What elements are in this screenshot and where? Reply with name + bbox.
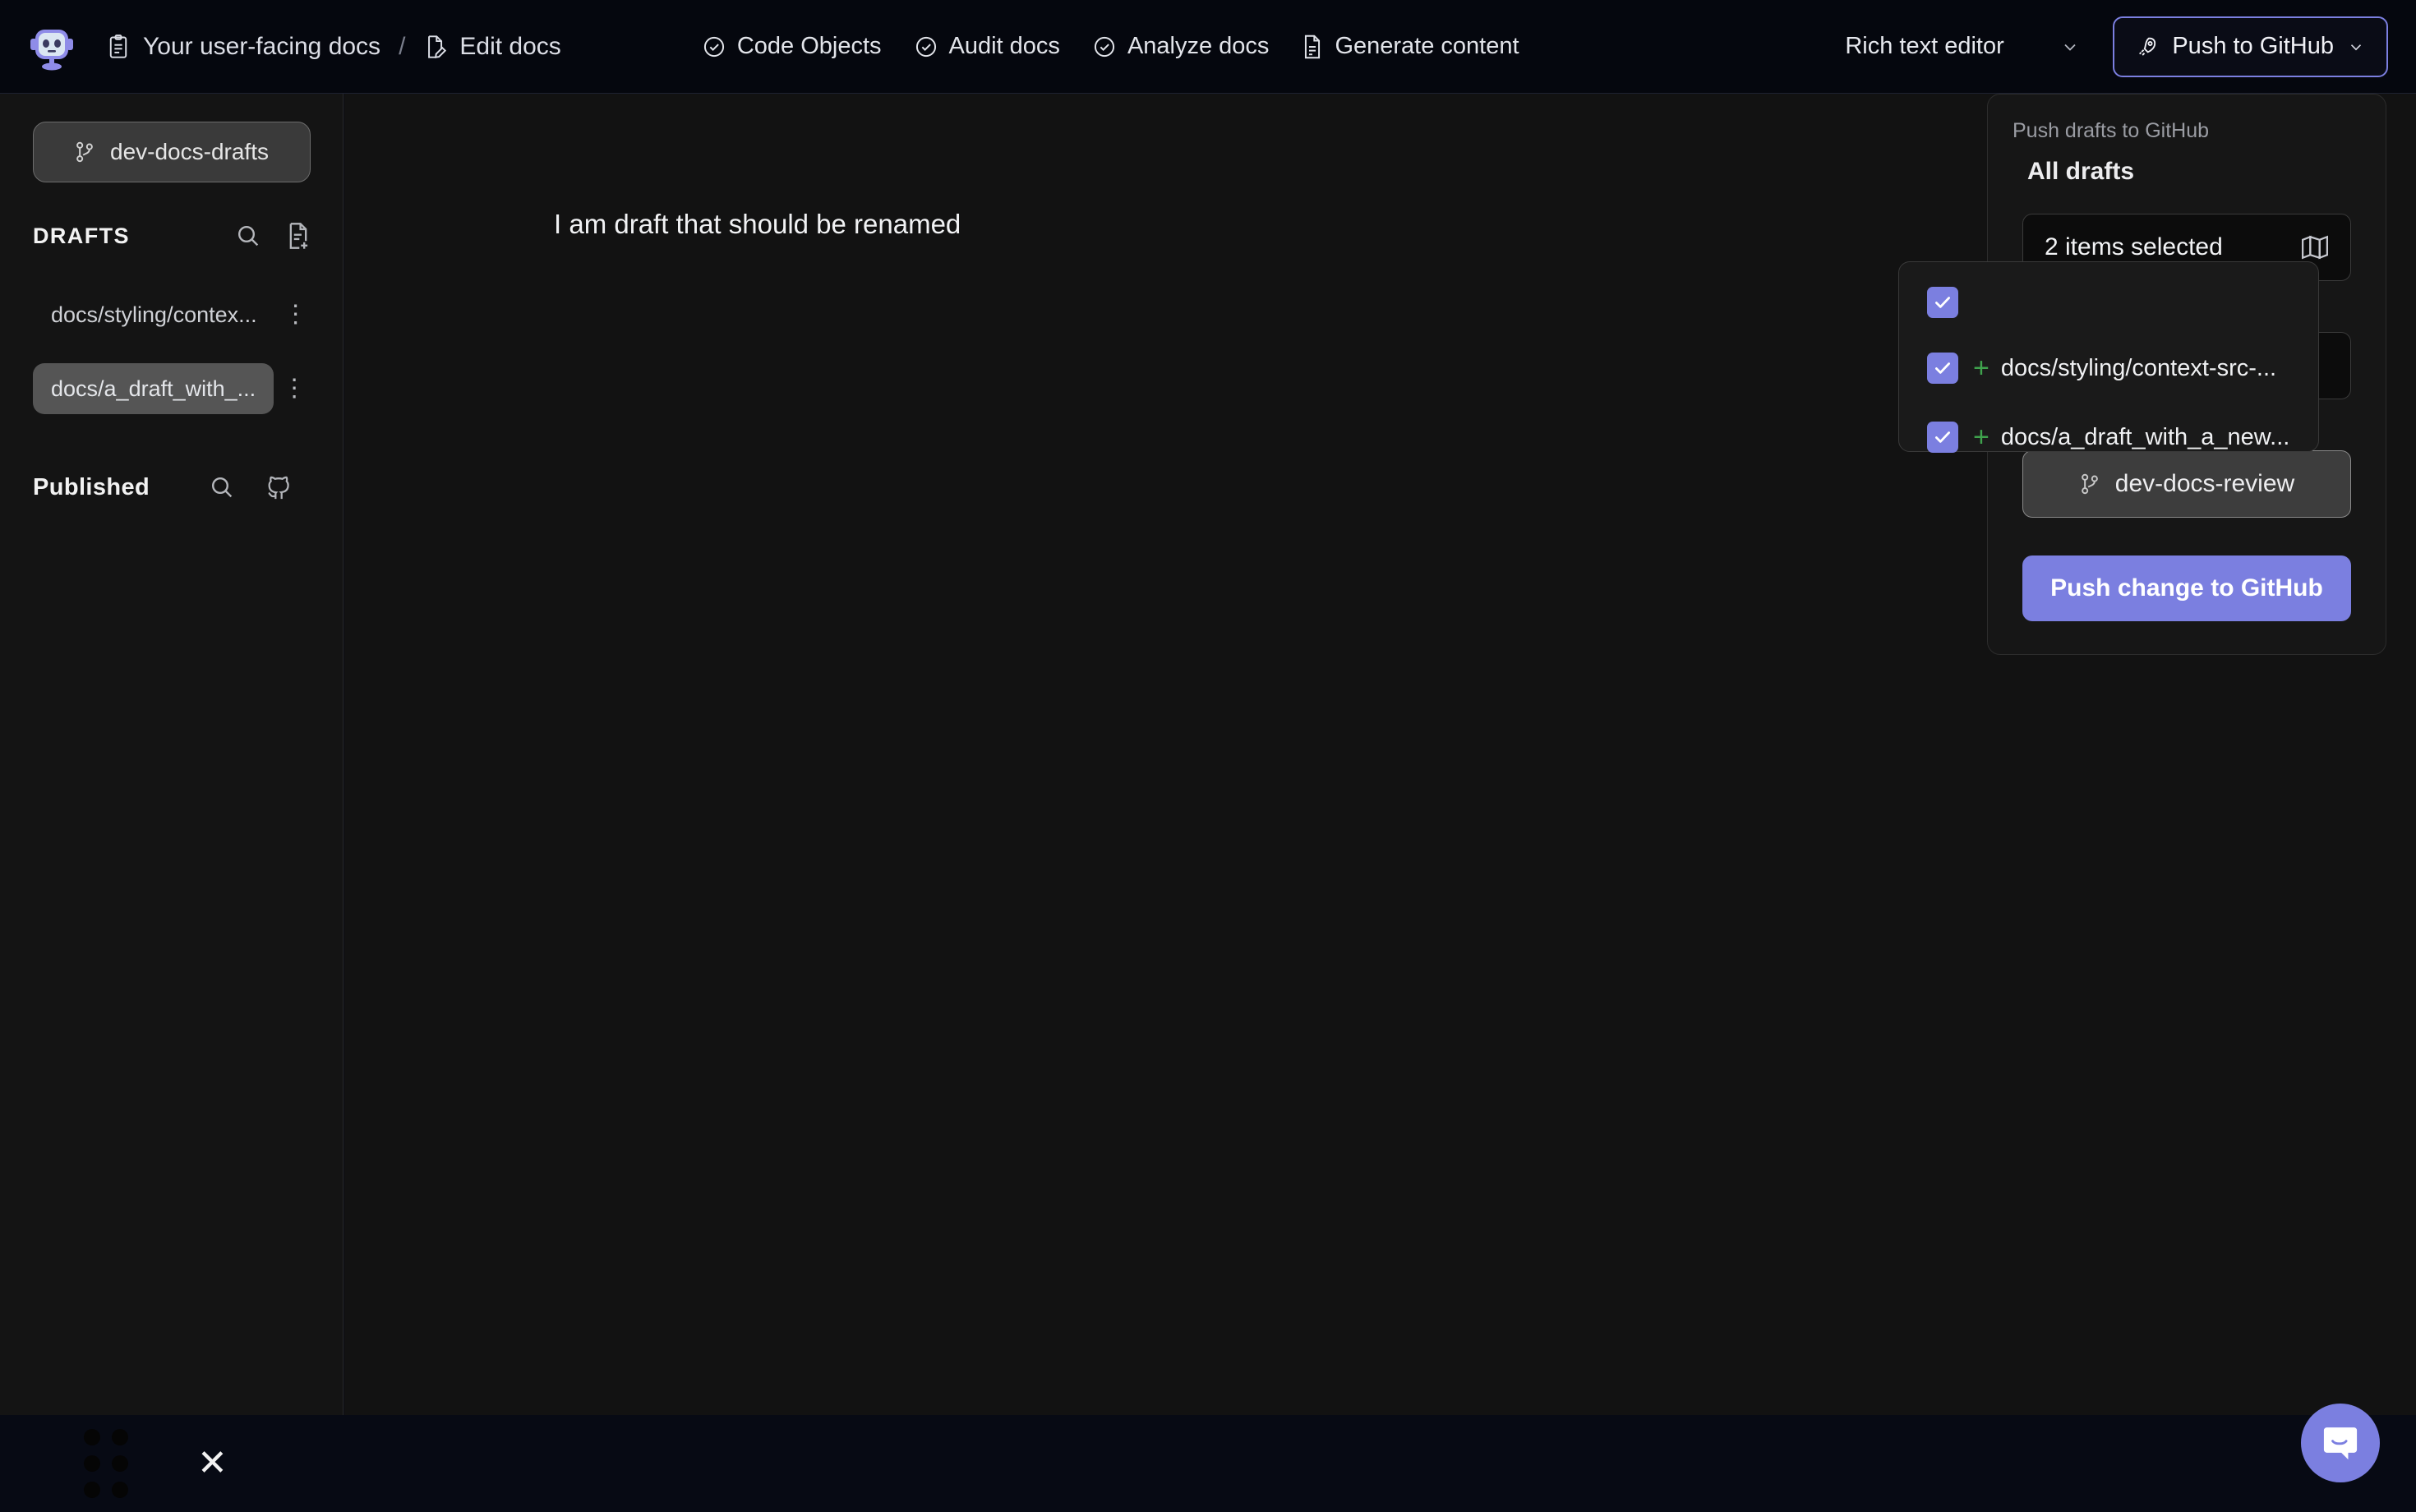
selection-row-label: docs/a_draft_with_a_new... bbox=[2000, 423, 2290, 450]
chat-bubble-icon[interactable] bbox=[2301, 1404, 2380, 1482]
kebab-menu-icon[interactable]: ⋮ bbox=[282, 376, 307, 401]
drafts-section-header: DRAFTS bbox=[33, 222, 311, 250]
breadcrumb-item-current[interactable]: Edit docs bbox=[423, 32, 561, 61]
draft-list-item[interactable]: docs/a_draft_with_... ⋮ bbox=[0, 363, 343, 414]
nav-right-controls: Rich text editor Push to GitHub bbox=[1827, 16, 2388, 77]
close-icon[interactable]: ✕ bbox=[197, 1445, 228, 1482]
check-circle-icon bbox=[1093, 35, 1116, 58]
check-circle-icon bbox=[915, 35, 938, 58]
checkbox-checked-icon[interactable] bbox=[1927, 353, 1958, 384]
github-icon[interactable] bbox=[265, 473, 293, 501]
nav-link-label: Generate content bbox=[1335, 33, 1519, 59]
branch-field-value: dev-docs-review bbox=[2114, 470, 2295, 497]
nav-link-analyze-docs[interactable]: Analyze docs bbox=[1093, 33, 1270, 60]
draft-list-item[interactable]: docs/styling/contex... ⋮ bbox=[0, 289, 343, 340]
sidebar-branch-selector[interactable]: dev-docs-drafts bbox=[32, 122, 311, 182]
published-section-title: Published bbox=[33, 473, 150, 500]
file-text-icon bbox=[1302, 35, 1323, 59]
map-icon bbox=[2301, 234, 2329, 260]
file-plus-icon[interactable] bbox=[286, 222, 311, 250]
nav-links: Code Objects Audit docs Analyze docs Gen… bbox=[703, 33, 1519, 60]
checkbox-checked-icon[interactable] bbox=[1927, 422, 1958, 453]
git-branch-icon bbox=[2079, 472, 2100, 496]
breadcrumb: Your user-facing docs / Edit docs bbox=[107, 33, 561, 61]
breadcrumb-root-label: Your user-facing docs bbox=[143, 32, 381, 60]
nav-link-code-objects[interactable]: Code Objects bbox=[703, 33, 882, 60]
nav-link-audit-docs[interactable]: Audit docs bbox=[915, 33, 1060, 60]
chevron-down-icon bbox=[2060, 37, 2080, 57]
checkbox-checked-icon[interactable] bbox=[1927, 287, 1958, 318]
breadcrumb-current-label: Edit docs bbox=[459, 32, 561, 60]
push-panel-caption: Push drafts to GitHub bbox=[2013, 119, 2210, 142]
editor-mode-select[interactable]: Rich text editor bbox=[1827, 17, 2098, 76]
breadcrumb-separator: / bbox=[399, 32, 406, 60]
rocket-icon bbox=[2136, 35, 2159, 58]
edit-document-icon bbox=[423, 35, 447, 59]
editor-mode-value: Rich text editor bbox=[1845, 33, 2004, 59]
draft-item-label[interactable]: docs/a_draft_with_... bbox=[33, 363, 274, 414]
robot-logo-icon[interactable] bbox=[25, 20, 79, 74]
selection-row[interactable]: + docs/a_draft_with_a_new... bbox=[1899, 412, 2318, 463]
git-branch-icon bbox=[74, 141, 95, 164]
nav-link-label: Audit docs bbox=[948, 33, 1060, 59]
drafts-section-title: DRAFTS bbox=[33, 223, 130, 248]
clipboard-icon bbox=[107, 34, 130, 59]
bottom-overlay-bar: ✕ bbox=[0, 1415, 2416, 1512]
push-change-to-github-button[interactable]: Push change to GitHub bbox=[2022, 555, 2351, 621]
top-navigation-bar: Your user-facing docs / Edit docs Code O… bbox=[0, 0, 2416, 94]
chevron-down-icon bbox=[2347, 38, 2365, 56]
check-circle-icon bbox=[703, 35, 726, 58]
drafts-selection-popover: + docs/styling/context-src-... + docs/a_… bbox=[1898, 261, 2319, 453]
sidebar: dev-docs-drafts DRAFTS docs/styling/cont… bbox=[0, 94, 343, 1415]
published-section-header: Published bbox=[33, 473, 311, 501]
file-added-icon: + bbox=[1973, 352, 1990, 384]
push-panel-heading: All drafts bbox=[2027, 158, 2135, 185]
search-icon[interactable] bbox=[235, 223, 261, 249]
push-to-github-label: Push to GitHub bbox=[2172, 33, 2334, 59]
selection-row[interactable] bbox=[1899, 277, 2318, 328]
draft-item-label[interactable]: docs/styling/contex... bbox=[33, 289, 275, 340]
nav-link-label: Code Objects bbox=[736, 33, 882, 59]
drag-handle-icon[interactable] bbox=[84, 1429, 128, 1498]
app-root: Your user-facing docs / Edit docs Code O… bbox=[0, 0, 2416, 1512]
drafts-list: docs/styling/contex... ⋮ docs/a_draft_wi… bbox=[0, 289, 343, 414]
sidebar-branch-label: dev-docs-drafts bbox=[110, 139, 269, 164]
kebab-menu-icon[interactable]: ⋮ bbox=[284, 302, 308, 327]
selection-row[interactable]: + docs/styling/context-src-... bbox=[1899, 343, 2318, 394]
push-to-github-button[interactable]: Push to GitHub bbox=[2113, 16, 2388, 77]
selection-row-label: docs/styling/context-src-... bbox=[2000, 354, 2277, 381]
nav-link-generate-content[interactable]: Generate content bbox=[1302, 33, 1519, 60]
search-icon[interactable] bbox=[209, 474, 235, 500]
breadcrumb-item-root[interactable]: Your user-facing docs bbox=[107, 33, 380, 61]
nav-link-label: Analyze docs bbox=[1127, 33, 1270, 59]
selected-items-value: 2 items selected bbox=[2045, 233, 2223, 260]
file-added-icon: + bbox=[1973, 421, 1990, 453]
